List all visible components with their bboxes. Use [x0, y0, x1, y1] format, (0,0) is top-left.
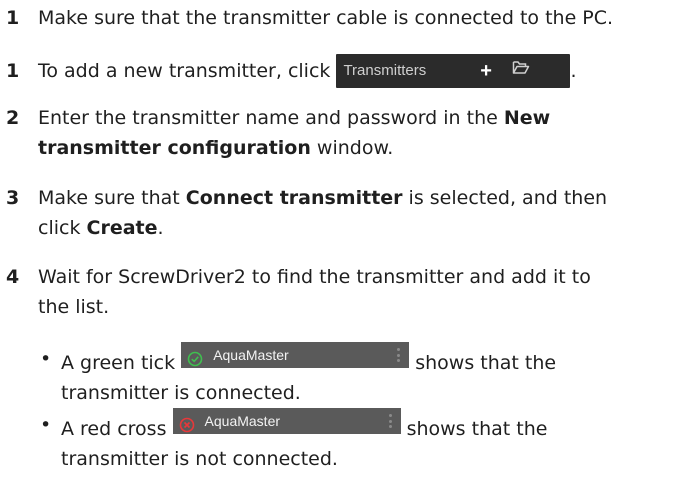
transmitter-name: AquaMaster [204, 413, 281, 429]
step-text-before: To add a new transmitter, click [38, 60, 331, 82]
kebab-menu-icon[interactable] [397, 348, 401, 362]
step-number: 2 [6, 107, 20, 129]
bullet-text-line2: transmitter is not connected. [61, 448, 338, 470]
step-text-part: Make sure that [38, 187, 180, 209]
folder-open-icon[interactable] [512, 56, 530, 86]
step-text-part: window. [316, 137, 394, 159]
step-text: Enter the transmitter name and password … [38, 103, 550, 163]
step-text-line: Wait for ScrewDriver2 to find the transm… [38, 266, 591, 288]
ui-term-new-transmitter-configuration: transmitter configuration [38, 137, 311, 159]
ui-term-create: Create [86, 217, 158, 239]
bullet-text-line2: transmitter is connected. [61, 382, 301, 404]
step-text-part: . [157, 217, 164, 239]
step-text: Make sure that the transmitter cable is … [38, 7, 614, 29]
plus-icon[interactable]: + [480, 56, 492, 86]
green-check-circle-icon [187, 347, 203, 367]
step-text-line: the list. [38, 296, 110, 318]
toolbar-label: Transmitters [343, 62, 427, 79]
step-number: 1 [6, 7, 20, 29]
step-text-part: Enter the transmitter name and password … [38, 107, 498, 129]
transmitter-row-disconnected: AquaMaster [172, 408, 401, 434]
bullet-text-before: A green tick [61, 352, 176, 374]
step-number: 3 [6, 187, 20, 209]
step-text-after: . [570, 60, 577, 82]
bullet-text-after: shows that the [415, 352, 557, 374]
step-text-part: click [38, 217, 81, 239]
bullet-text: A red cross AquaMaster shows that the tr… [61, 408, 548, 474]
bullet-text-after: shows that the [406, 418, 548, 440]
ui-term-connect-transmitter: Connect transmitter [185, 187, 403, 209]
step-text-part: is selected, and then [408, 187, 608, 209]
ui-term-new-transmitter-configuration: New [503, 107, 551, 129]
transmitters-toolbar: Transmitters + [336, 54, 571, 88]
bullet-text-before: A red cross [61, 418, 167, 440]
step-number: 4 [6, 266, 20, 288]
red-cross-circle-icon [179, 413, 195, 433]
step-text: Make sure that Connect transmitter is sel… [38, 183, 607, 243]
bullet-marker: • [40, 348, 52, 370]
kebab-menu-icon[interactable] [388, 414, 393, 428]
transmitter-name: AquaMaster [213, 347, 289, 363]
step-number: 1 [6, 60, 20, 82]
transmitter-row-connected: AquaMaster [181, 342, 410, 368]
bullet-marker: • [40, 414, 52, 436]
step-text: Wait for ScrewDriver2 to find the transm… [38, 262, 591, 322]
bullet-text: A green tick AquaMaster shows that the t… [61, 342, 557, 408]
step-text: To add a new transmitter, click Transmit… [38, 54, 577, 90]
